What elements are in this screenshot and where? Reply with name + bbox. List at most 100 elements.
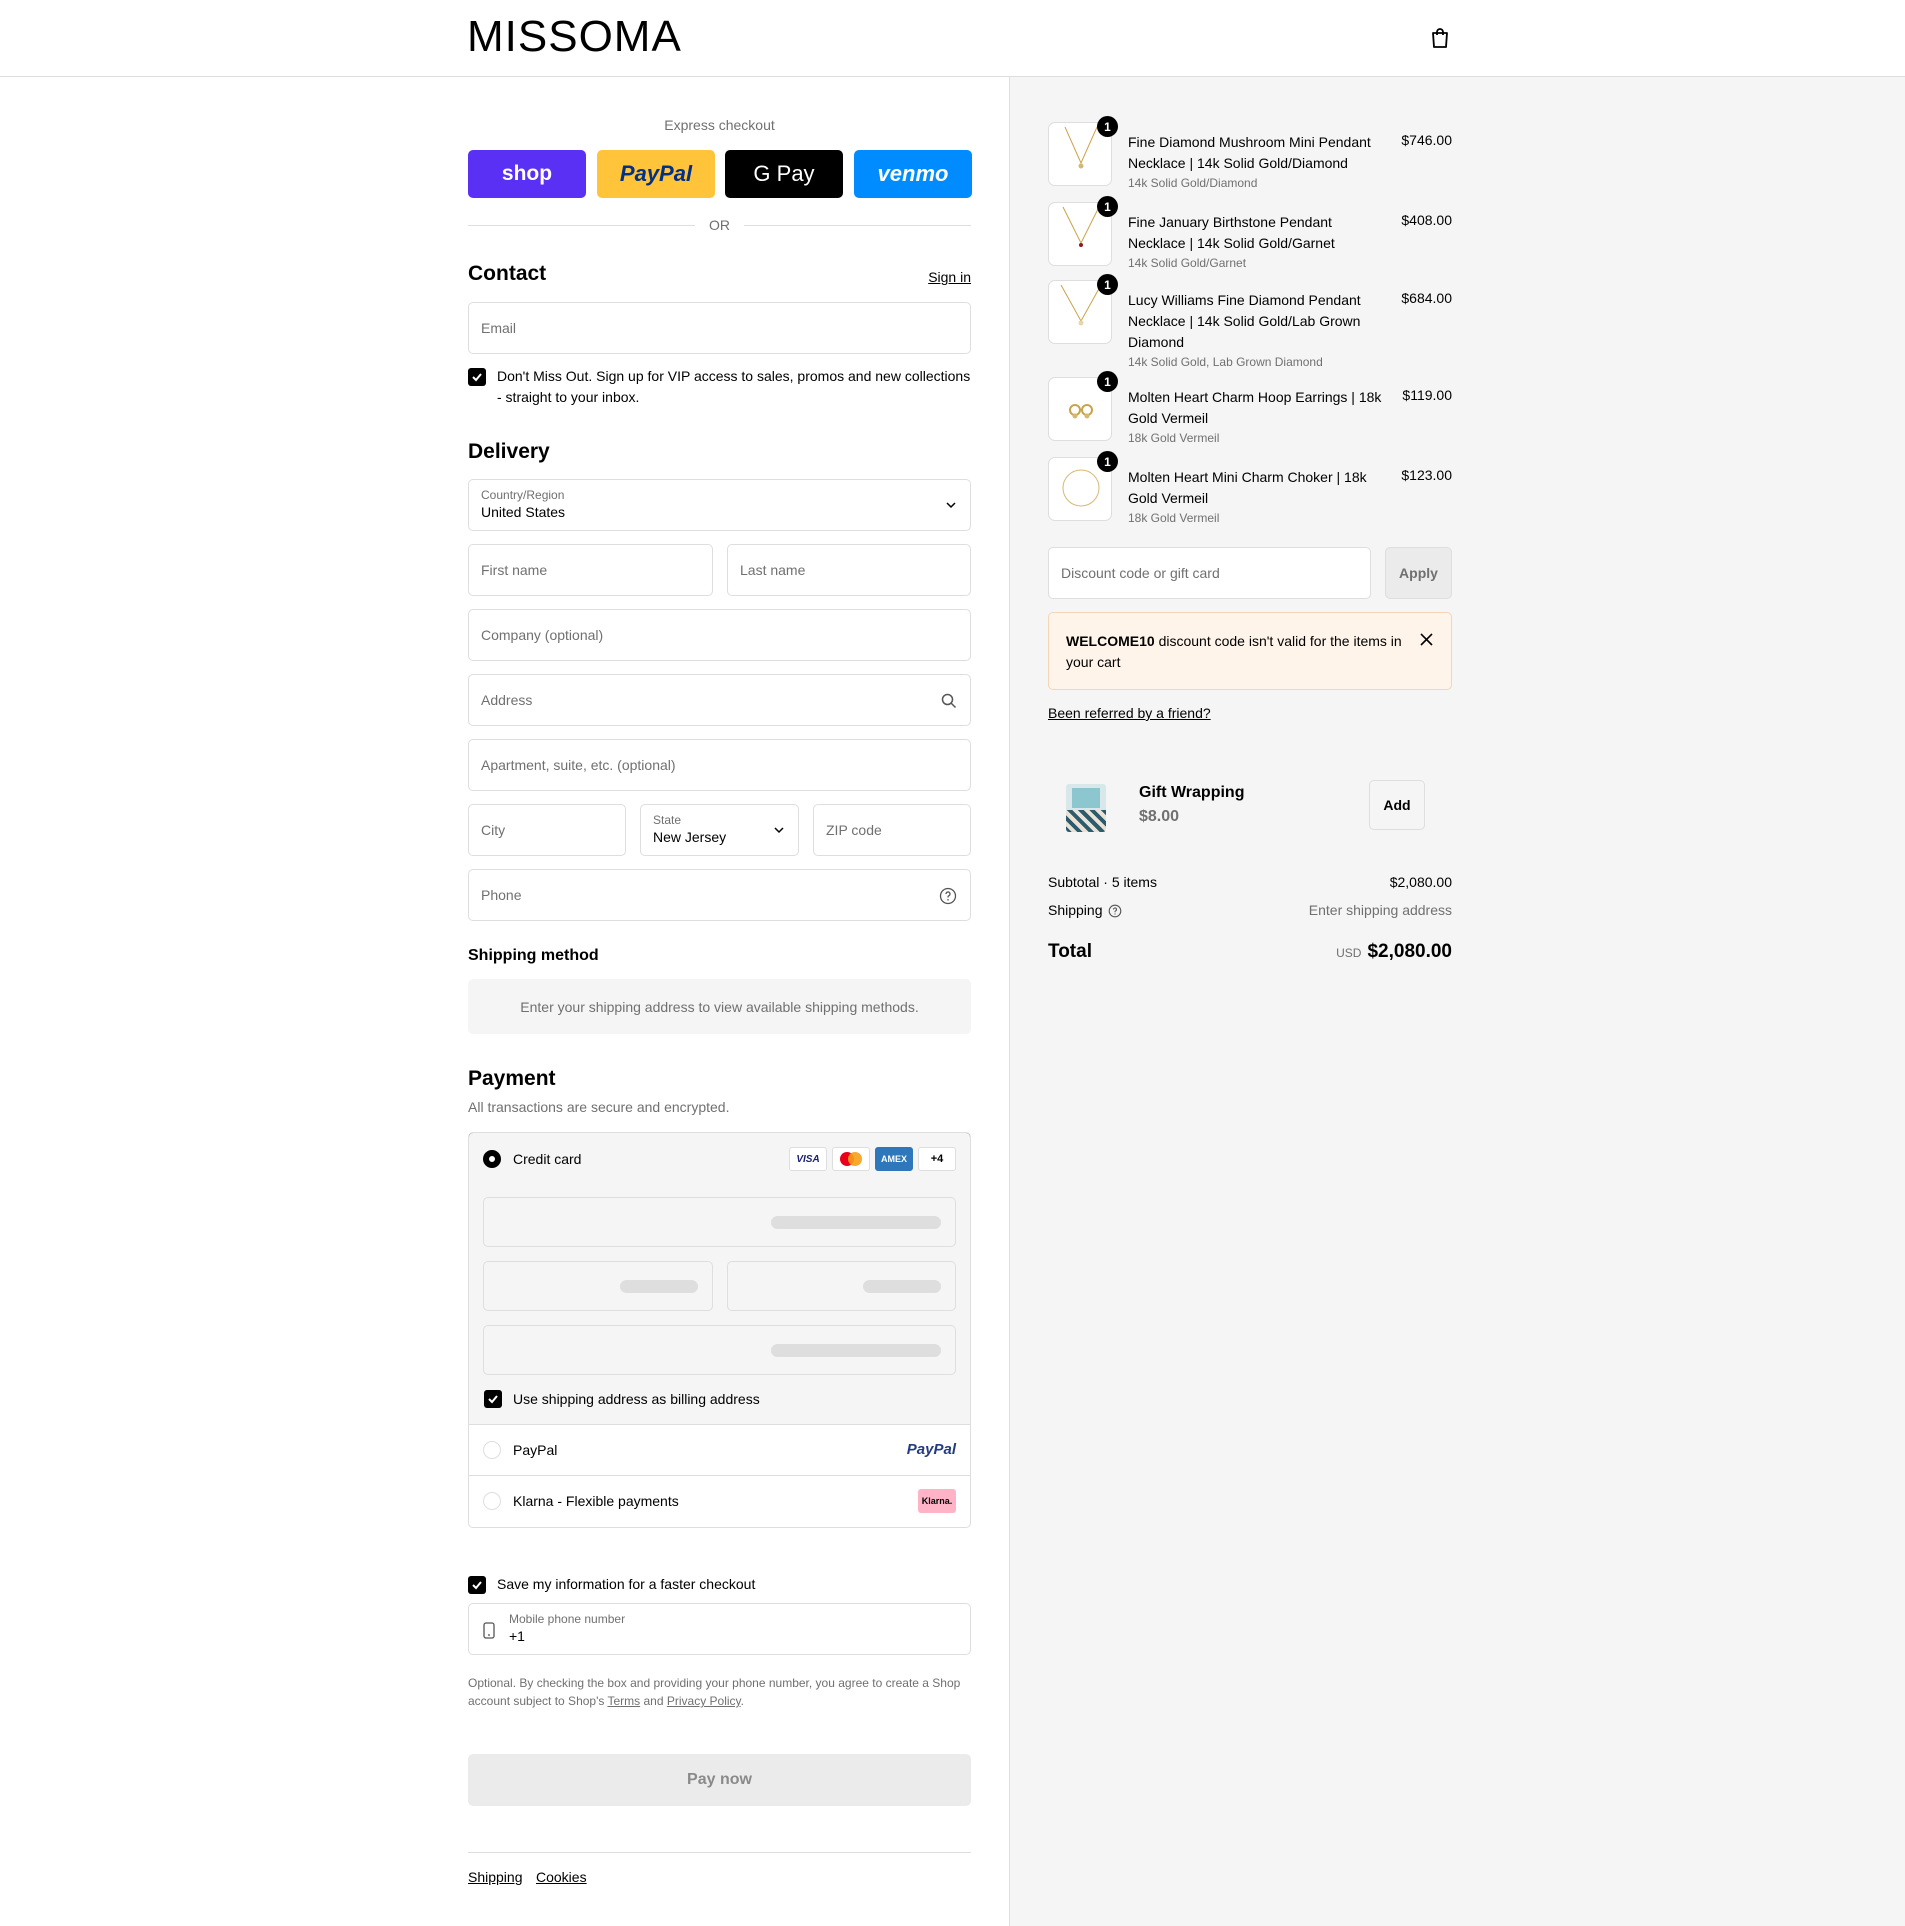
card-number-field[interactable] <box>483 1197 956 1247</box>
last-name-placeholder: Last name <box>740 562 806 578</box>
item-variant: 14k Solid Gold, Lab Grown Diamond <box>1128 355 1323 369</box>
check-icon <box>472 1581 482 1590</box>
check-icon <box>488 1395 498 1404</box>
address-field[interactable]: Address <box>468 674 971 726</box>
more-cards-text: +4 <box>930 1153 944 1165</box>
referral-link[interactable]: Been referred by a friend? <box>1048 705 1211 721</box>
paypal-radio[interactable] <box>483 1441 501 1459</box>
footer-cookies-link[interactable]: Cookies <box>536 1869 587 1885</box>
mobile-phone-field[interactable]: Mobile phone number +1 <box>468 1603 971 1655</box>
billing-same-checkbox[interactable] <box>484 1390 502 1408</box>
newsletter-checkbox[interactable] <box>468 368 486 386</box>
chevron-down-icon <box>774 827 784 834</box>
gift-wrapping-upsell: Gift Wrapping $8.00 Add <box>1048 772 1452 838</box>
check-icon <box>472 373 482 382</box>
credit-card-label: Credit card <box>513 1151 582 1167</box>
currency-code: USD <box>1336 946 1362 960</box>
amex-text: AMEX <box>880 1154 907 1164</box>
discount-code: WELCOME10 <box>1066 633 1155 649</box>
discount-warning-banner: WELCOME10 discount code isn't valid for … <box>1048 612 1452 690</box>
amex-icon: AMEX <box>875 1147 913 1171</box>
state-select[interactable]: State New Jersey <box>640 804 799 856</box>
shop-pay-label: shop <box>501 162 553 185</box>
apartment-placeholder: Apartment, suite, etc. (optional) <box>481 757 676 773</box>
quantity-badge: 1 <box>1097 116 1118 137</box>
mastercard-circles <box>840 1152 862 1166</box>
quantity-badge: 1 <box>1097 371 1118 392</box>
terms-link[interactable]: Terms <box>608 1694 641 1708</box>
item-details: Fine Diamond Mushroom Mini Pendant Neckl… <box>1128 132 1388 192</box>
newsletter-label: Don't Miss Out. Sign up for VIP access t… <box>497 368 971 405</box>
country-label: Country/Region <box>481 488 565 502</box>
apartment-field[interactable]: Apartment, suite, etc. (optional) <box>468 739 971 791</box>
total-label: Total <box>1048 941 1092 962</box>
paypal-label: PayPal <box>513 1442 558 1458</box>
item-price: $123.00 <box>1401 467 1452 483</box>
help-circle-icon[interactable] <box>939 887 957 905</box>
discount-code-input[interactable]: Discount code or gift card <box>1048 547 1371 599</box>
item-variant: 18k Gold Vermeil <box>1128 511 1220 525</box>
paypal-option[interactable]: PayPal PayPal <box>469 1425 970 1476</box>
first-name-placeholder: First name <box>481 562 548 578</box>
add-gift-wrapping-button[interactable]: Add <box>1369 780 1425 830</box>
shipping-method-message: Enter your shipping address to view avai… <box>468 979 971 1034</box>
klarna-option[interactable]: Klarna - Flexible payments Klarna. <box>469 1476 970 1527</box>
country-select[interactable]: Country/Region United States <box>468 479 971 531</box>
google-pay-button[interactable]: G Pay <box>725 150 843 198</box>
header: MISSOMA <box>0 0 1905 77</box>
close-icon[interactable] <box>1420 633 1433 646</box>
shop-pay-button[interactable]: shop <box>468 150 586 198</box>
mastercard-icon <box>832 1147 870 1171</box>
privacy-policy-link[interactable]: Privacy Policy <box>667 1694 741 1708</box>
total-value: $2,080.00 <box>1367 941 1452 962</box>
item-details: Lucy Williams Fine Diamond Pendant Neckl… <box>1128 290 1388 371</box>
expiration-field[interactable] <box>483 1261 713 1311</box>
last-name-field[interactable]: Last name <box>727 544 971 596</box>
paypal-express-button[interactable]: PayPal <box>597 150 715 198</box>
venmo-label: venmo <box>877 161 949 186</box>
item-variant: 18k Gold Vermeil <box>1128 431 1220 445</box>
country-value: United States <box>481 504 566 520</box>
item-details: Molten Heart Charm Hoop Earrings | 18k G… <box>1128 387 1388 447</box>
quantity-badge: 1 <box>1097 196 1118 217</box>
shipping-row: Shipping Enter shipping address <box>1048 902 1452 918</box>
company-field[interactable]: Company (optional) <box>468 609 971 661</box>
first-name-field[interactable]: First name <box>468 544 713 596</box>
credit-card-option[interactable]: Credit card VISA AMEX +4 <box>469 1133 970 1184</box>
name-on-card-field[interactable] <box>483 1325 956 1375</box>
shipping-label: Shipping <box>1048 902 1103 918</box>
footer-shipping-link[interactable]: Shipping <box>468 1869 523 1885</box>
item-name: Fine Diamond Mushroom Mini Pendant Neckl… <box>1128 134 1371 171</box>
state-value: New Jersey <box>653 829 727 845</box>
item-name: Lucy Williams Fine Diamond Pendant Neckl… <box>1128 292 1361 350</box>
phone-field[interactable]: Phone <box>468 869 971 921</box>
email-placeholder: Email <box>481 320 517 336</box>
legal-period: . <box>740 1694 745 1708</box>
email-field[interactable]: Email <box>468 302 971 354</box>
venmo-button[interactable]: venmo <box>854 150 972 198</box>
sign-in-link[interactable]: Sign in <box>928 269 971 285</box>
security-code-field[interactable] <box>727 1261 956 1311</box>
subtotal-label: Subtotal · 5 items <box>1048 874 1157 890</box>
save-info-checkbox[interactable] <box>468 1576 486 1594</box>
search-icon <box>941 693 957 709</box>
billing-same-label: Use shipping address as billing address <box>513 1391 760 1407</box>
google-pay-label: G Pay <box>753 161 815 186</box>
brand-logo[interactable]: MISSOMA <box>467 15 682 59</box>
klarna-logo: Klarna. <box>918 1489 956 1513</box>
item-name: Molten Heart Mini Charm Choker | 18k Gol… <box>1128 469 1367 506</box>
pay-now-button[interactable]: Pay now <box>468 1754 971 1806</box>
phone-placeholder: Phone <box>481 887 522 903</box>
zip-field[interactable]: ZIP code <box>813 804 971 856</box>
city-field[interactable]: City <box>468 804 626 856</box>
klarna-radio[interactable] <box>483 1492 501 1510</box>
shopping-bag-icon[interactable] <box>1430 27 1450 49</box>
item-name: Molten Heart Charm Hoop Earrings | 18k G… <box>1128 389 1382 426</box>
shop-legal-text: Optional. By checking the box and provid… <box>468 1674 971 1710</box>
apply-discount-button[interactable]: Apply <box>1385 547 1452 599</box>
credit-card-radio[interactable] <box>483 1150 501 1168</box>
pay-now-label: Pay now <box>687 1771 752 1788</box>
help-circle-icon[interactable] <box>1108 904 1122 918</box>
legal-and: and <box>640 1694 667 1708</box>
paypal-logo: PayPal <box>906 1441 956 1458</box>
